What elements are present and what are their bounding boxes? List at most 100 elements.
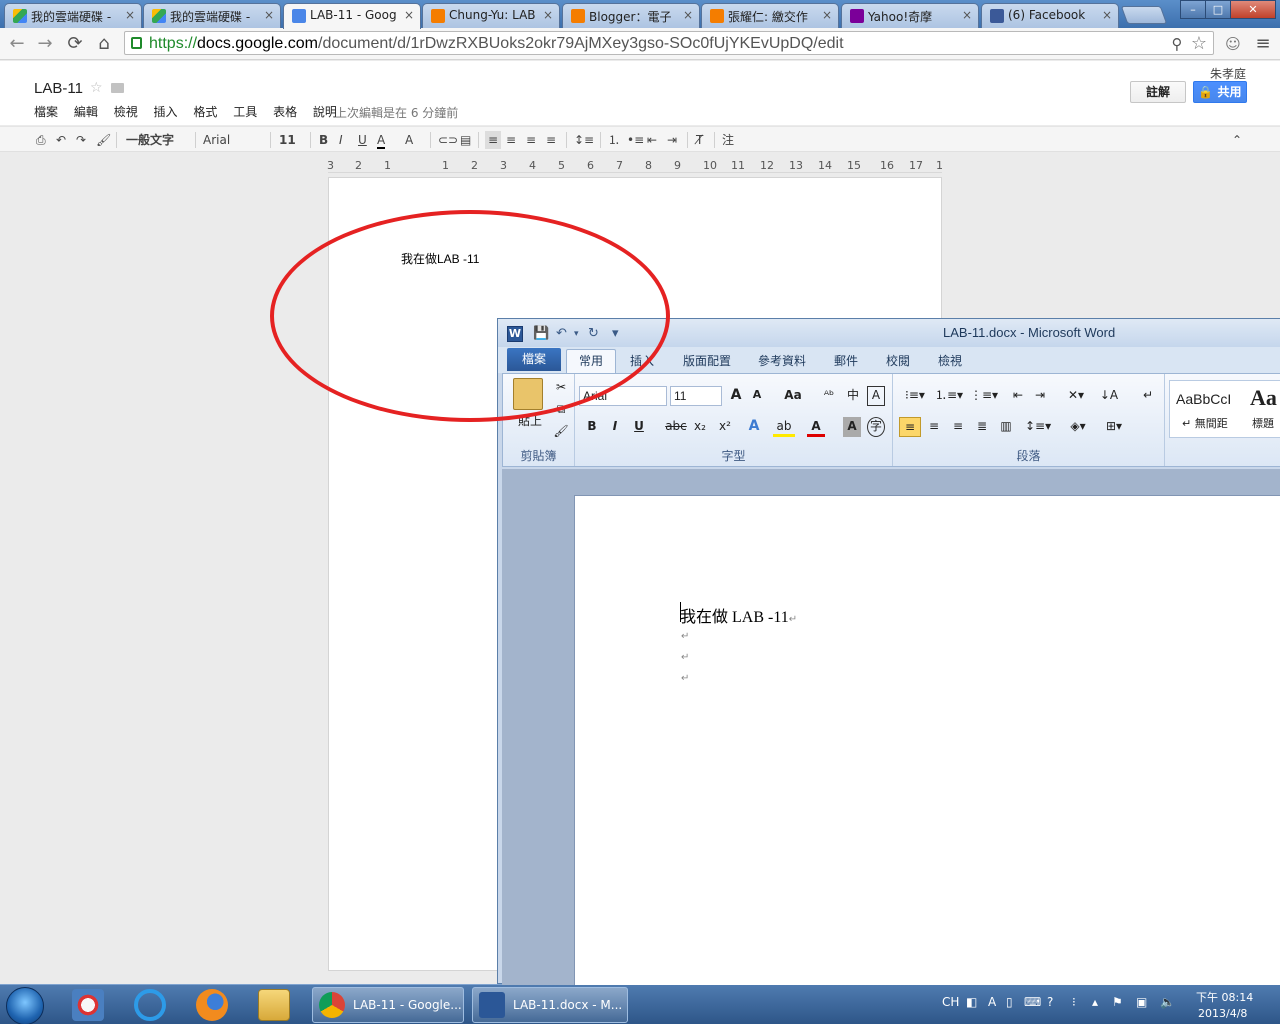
taskbar-chrome-button[interactable]: LAB-11 - Google... bbox=[312, 987, 464, 1023]
paste-button[interactable]: 貼上 bbox=[515, 412, 545, 432]
word-underline-button[interactable]: U bbox=[630, 417, 648, 437]
comments-button[interactable]: 註解 bbox=[1130, 81, 1186, 103]
word-window[interactable]: W 💾 ↶ ▾ ↻ ▾ LAB-11.docx - Microsoft Word… bbox=[497, 318, 1280, 985]
close-icon[interactable]: × bbox=[683, 8, 693, 22]
bold-button[interactable]: B bbox=[319, 131, 328, 149]
word-bold-button[interactable]: B bbox=[583, 417, 601, 437]
clock-date[interactable]: 2013/4/8 bbox=[1198, 1007, 1247, 1020]
copy-icon[interactable]: ⧉ bbox=[551, 400, 571, 420]
redo-icon[interactable]: ↷ bbox=[76, 131, 86, 149]
maximize-button[interactable]: □ bbox=[1205, 0, 1231, 19]
word-align-left-icon[interactable]: ≡ bbox=[899, 417, 921, 437]
volume-icon[interactable]: 🔈 bbox=[1160, 995, 1175, 1009]
link-icon[interactable]: ⊂⊃ bbox=[438, 131, 458, 149]
align-right-icon[interactable]: ≡ bbox=[526, 131, 536, 149]
cut-icon[interactable]: ✂ bbox=[551, 378, 571, 398]
undo-dropdown-icon[interactable]: ▾ bbox=[574, 329, 579, 339]
show-marks-icon[interactable]: ↵ bbox=[1139, 386, 1157, 406]
phonetic-guide-icon[interactable]: 中 bbox=[843, 386, 863, 406]
ime-fullwidth-icon[interactable]: A bbox=[988, 995, 996, 1009]
taskbar-word-button[interactable]: LAB-11.docx - M... bbox=[472, 987, 628, 1023]
shading-icon[interactable]: ◈▾ bbox=[1065, 417, 1091, 437]
close-icon[interactable]: × bbox=[1102, 8, 1112, 22]
star-bookmark-icon[interactable]: ☆ bbox=[1188, 33, 1210, 55]
paste-icon[interactable] bbox=[513, 378, 543, 410]
internet-explorer-icon[interactable] bbox=[134, 989, 166, 1021]
align-left-icon[interactable]: ≡ bbox=[485, 131, 501, 149]
line-spacing-icon[interactable]: ↕≡ bbox=[574, 131, 594, 149]
ime-shape-icon[interactable]: ▯ bbox=[1006, 995, 1013, 1009]
format-painter-icon[interactable]: 🖌 bbox=[551, 422, 571, 442]
new-tab-button[interactable] bbox=[1120, 6, 1168, 24]
clock-time[interactable]: 下午 08:14 bbox=[1196, 989, 1253, 1005]
style-heading-preview[interactable]: Aa bbox=[1250, 385, 1277, 411]
browser-tab-blogger[interactable]: Blogger：電子 × bbox=[562, 3, 700, 28]
tab-view[interactable]: 檢視 bbox=[938, 352, 962, 369]
tab-home[interactable]: 常用 bbox=[566, 349, 616, 373]
subscript-button[interactable]: x₂ bbox=[690, 417, 710, 437]
word-align-right-icon[interactable]: ≡ bbox=[948, 417, 968, 437]
multilevel-list-icon[interactable]: ⋮≡▾ bbox=[969, 386, 999, 406]
search-icon[interactable]: ⚲ bbox=[1166, 33, 1188, 55]
doc-title[interactable]: LAB-11 bbox=[34, 80, 83, 97]
word-font-name-dropdown[interactable]: Arial bbox=[579, 386, 667, 406]
decrease-indent-icon[interactable]: ⇤ bbox=[1009, 386, 1027, 406]
word-font-size-dropdown[interactable]: 11 bbox=[670, 386, 722, 406]
undo-icon[interactable]: ↶ bbox=[56, 131, 66, 149]
increase-indent-icon[interactable]: ⇥ bbox=[1031, 386, 1049, 406]
bullets-icon[interactable]: ⁝≡▾ bbox=[901, 386, 929, 406]
decrease-indent-icon[interactable]: ⇤ bbox=[647, 131, 657, 149]
ime-mode-icon[interactable]: ◧ bbox=[966, 995, 977, 1009]
borders-icon[interactable]: ⊞▾ bbox=[1099, 417, 1129, 437]
bulleted-list-icon[interactable]: •≡ bbox=[627, 131, 644, 149]
ime-indicator[interactable]: CH bbox=[942, 995, 959, 1009]
comment-icon[interactable]: ▤ bbox=[460, 131, 471, 149]
word-app-icon[interactable]: W bbox=[507, 326, 523, 342]
address-bar[interactable]: https://docs.google.com/document/d/1rDwz… bbox=[124, 31, 1214, 55]
text-color-icon[interactable]: A bbox=[377, 131, 386, 149]
menu-help[interactable]: 說明 bbox=[313, 103, 337, 120]
share-button[interactable]: 🔒 共用 bbox=[1193, 81, 1247, 103]
style-dropdown[interactable]: 一般文字 bbox=[126, 131, 174, 149]
distributed-icon[interactable]: ▥ bbox=[996, 417, 1016, 437]
character-border-icon[interactable]: A bbox=[867, 386, 885, 406]
undo-icon[interactable]: ↶ bbox=[556, 326, 567, 341]
close-icon[interactable]: × bbox=[962, 8, 972, 22]
justify-icon[interactable]: ≡ bbox=[546, 131, 556, 149]
browser-tab-yahoo[interactable]: Yahoo!奇摩 × bbox=[841, 3, 979, 28]
start-button[interactable] bbox=[6, 987, 44, 1024]
ime-options-icon[interactable]: ⁝ bbox=[1072, 995, 1076, 1009]
shrink-font-button[interactable]: A bbox=[749, 386, 765, 406]
menu-view[interactable]: 檢視 bbox=[114, 103, 138, 120]
change-case-button[interactable]: Aa bbox=[780, 386, 806, 406]
tab-review[interactable]: 校閱 bbox=[886, 352, 910, 369]
redo-icon[interactable]: ↻ bbox=[588, 326, 599, 341]
word-justify-icon[interactable]: ≣ bbox=[972, 417, 992, 437]
close-icon[interactable]: × bbox=[264, 8, 274, 22]
superscript-button[interactable]: x² bbox=[715, 417, 735, 437]
tab-insert[interactable]: 插入 bbox=[630, 352, 654, 369]
file-explorer-icon[interactable] bbox=[258, 989, 290, 1021]
highlight-color-icon[interactable]: A bbox=[405, 131, 413, 149]
menu-insert[interactable]: 插入 bbox=[154, 103, 178, 120]
tab-references[interactable]: 參考資料 bbox=[758, 352, 806, 369]
word-body-text[interactable]: 我在做 LAB -11↵ bbox=[680, 603, 797, 627]
browser-tab-facebook[interactable]: (6) Facebook × bbox=[981, 3, 1119, 28]
style-no-spacing-preview[interactable]: AaBbCcI bbox=[1176, 391, 1231, 407]
close-icon[interactable]: × bbox=[125, 8, 135, 22]
align-center-icon[interactable]: ≡ bbox=[506, 131, 516, 149]
folder-icon[interactable] bbox=[111, 83, 124, 93]
word-italic-button[interactable]: I bbox=[606, 417, 624, 437]
user-profile-icon[interactable]: ☺ bbox=[1222, 33, 1244, 55]
action-center-flag-icon[interactable]: ⚑ bbox=[1112, 995, 1123, 1009]
numbering-icon[interactable]: ⒈≡▾ bbox=[935, 386, 963, 406]
browser-tab-drive-1[interactable]: 我的雲端硬碟 - × bbox=[4, 3, 142, 28]
show-hidden-icons[interactable]: ▴ bbox=[1092, 995, 1098, 1009]
window-close-button[interactable]: ✕ bbox=[1230, 0, 1276, 19]
collapse-toolbar-icon[interactable]: ⌃ bbox=[1232, 131, 1242, 149]
menu-edit[interactable]: 編輯 bbox=[74, 103, 98, 120]
snipping-tool-icon[interactable] bbox=[72, 989, 104, 1021]
increase-indent-icon[interactable]: ⇥ bbox=[667, 131, 677, 149]
numbered-list-icon[interactable]: ⒈ bbox=[608, 131, 620, 149]
home-icon[interactable]: ⌂ bbox=[93, 33, 115, 55]
